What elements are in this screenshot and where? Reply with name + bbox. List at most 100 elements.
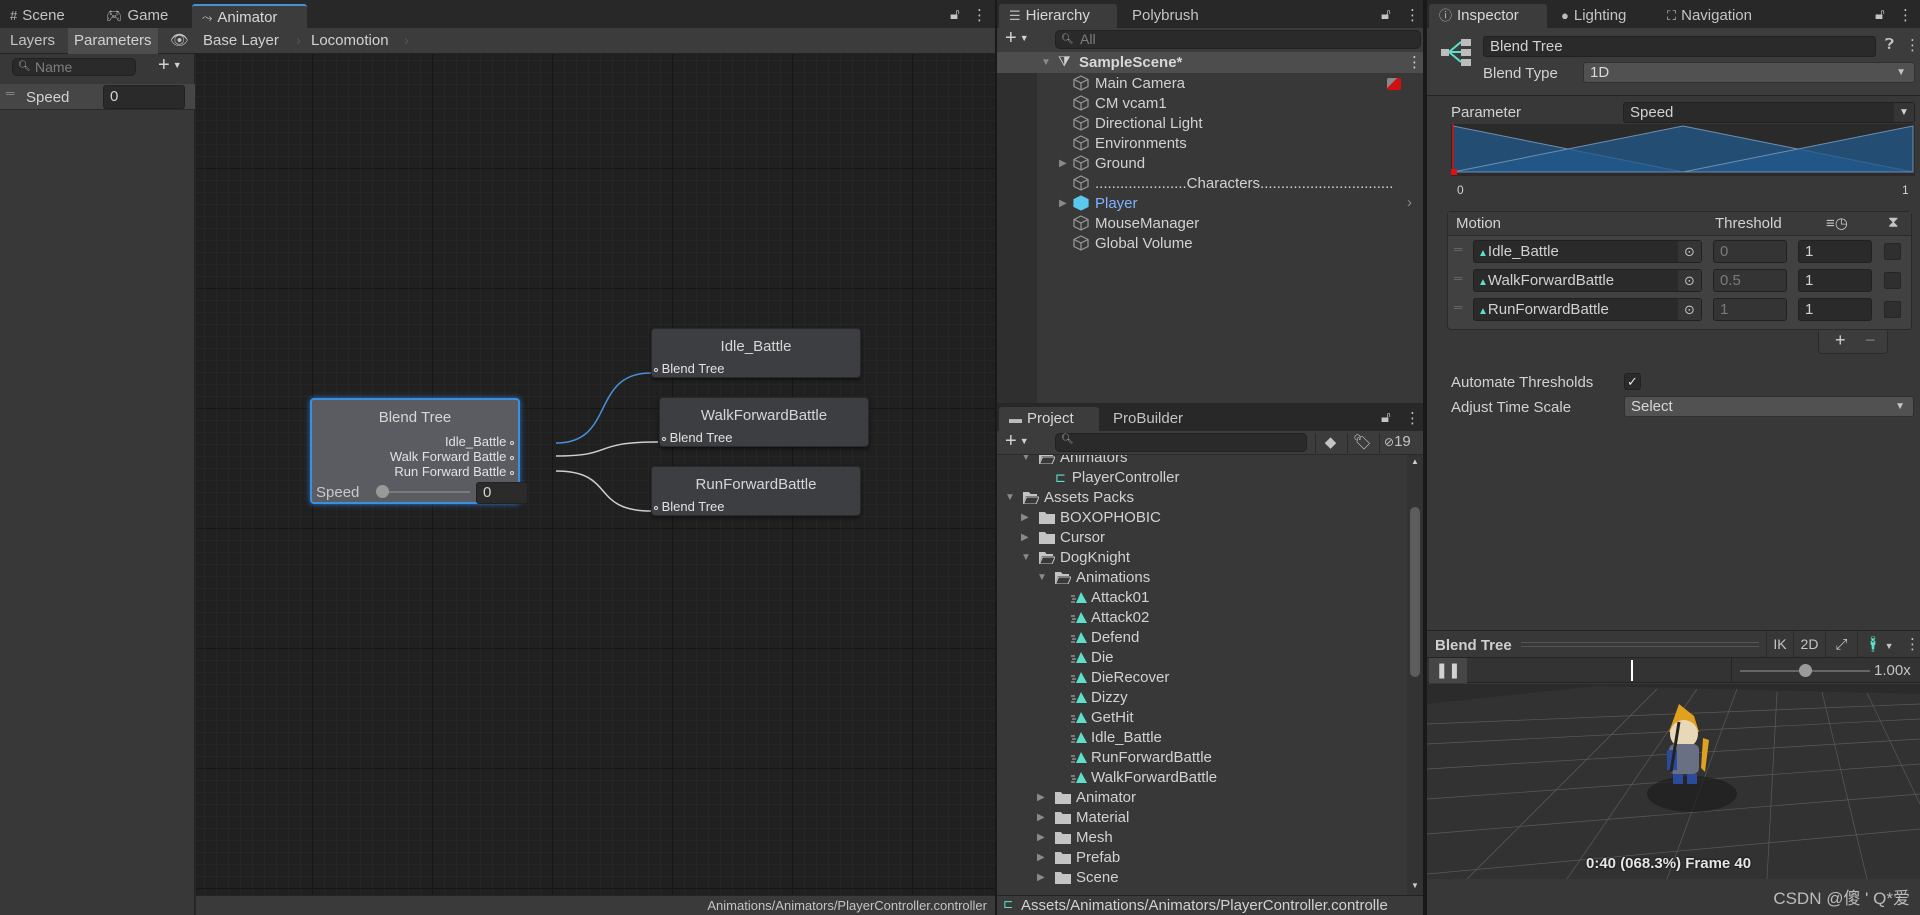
lock-icon[interactable]: 🔓︎: [1875, 6, 1885, 23]
time-scale-input[interactable]: 1: [1798, 240, 1872, 263]
tab-polybrush[interactable]: Polybrush: [1122, 4, 1209, 28]
speed-value-input[interactable]: 0: [476, 482, 528, 504]
port-icon[interactable]: [654, 505, 658, 510]
hierarchy-search-input[interactable]: 🔍︎ All: [1055, 30, 1421, 49]
tab-lighting[interactable]: ● Lighting: [1551, 4, 1636, 28]
motion-node-idle[interactable]: Idle_Battle Blend Tree: [651, 328, 861, 378]
parameter-value-input[interactable]: 0: [103, 85, 185, 109]
search-by-type-icon[interactable]: ◆: [1315, 433, 1345, 453]
breadcrumb-locomotion[interactable]: Locomotion: [311, 28, 389, 54]
mirror-checkbox[interactable]: [1884, 272, 1901, 289]
threshold-input[interactable]: 0: [1713, 240, 1787, 263]
hierarchy-item[interactable]: ......................Characters........…: [1037, 173, 1423, 193]
more-options-icon[interactable]: ⋮: [1405, 6, 1420, 24]
project-tree-item[interactable]: ▶ Mesh: [997, 827, 1407, 847]
mirror-checkbox[interactable]: [1884, 301, 1901, 318]
chevron-right-icon[interactable]: ›: [1407, 194, 1412, 211]
preview-drag-bar[interactable]: [1521, 642, 1759, 647]
project-tree-item[interactable]: Idle_Battle: [997, 727, 1407, 747]
collapse-arrow-icon[interactable]: ▶: [1021, 532, 1029, 543]
create-button[interactable]: + ▼: [1005, 430, 1029, 453]
scrollbar-thumb[interactable]: [1410, 507, 1420, 677]
project-tree-item[interactable]: Attack01: [997, 587, 1407, 607]
expand-arrow-icon[interactable]: ▼: [1005, 492, 1015, 503]
project-tree-item[interactable]: ▶ Prefab: [997, 847, 1407, 867]
hierarchy-item[interactable]: Global Volume: [1037, 233, 1423, 253]
parameters-tab[interactable]: Parameters: [68, 28, 158, 54]
timeline-scrubber[interactable]: [1467, 658, 1732, 683]
tab-scene[interactable]: # Scene: [0, 4, 75, 28]
hierarchy-item[interactable]: Main Camera: [1037, 73, 1423, 93]
more-options-icon[interactable]: ⋮: [972, 6, 987, 24]
pivot-icon[interactable]: ⤢: [1825, 631, 1857, 658]
lock-icon[interactable]: 🔓︎: [950, 6, 960, 23]
hierarchy-item[interactable]: Directional Light: [1037, 113, 1423, 133]
project-tree-item[interactable]: Dizzy: [997, 687, 1407, 707]
project-tree-item[interactable]: ▶ Material: [997, 807, 1407, 827]
hierarchy-item[interactable]: Environments: [1037, 133, 1423, 153]
speed-slider-track[interactable]: [382, 491, 470, 493]
project-tree-item[interactable]: WalkForwardBattle: [997, 767, 1407, 787]
threshold-input[interactable]: 0.5: [1713, 269, 1787, 292]
breadcrumb-base-layer[interactable]: Base Layer: [203, 28, 279, 54]
parameter-dropdown[interactable]: Speed ▼: [1623, 102, 1915, 123]
hierarchy-item[interactable]: MouseManager: [1037, 213, 1423, 233]
tab-navigation[interactable]: ⛶ Navigation: [1657, 4, 1762, 28]
tab-project[interactable]: ▬ Project: [999, 407, 1099, 431]
object-picker-icon[interactable]: ⊙: [1678, 299, 1701, 320]
blend-tree-node[interactable]: Blend Tree Idle_Battle Walk Forward Batt…: [310, 398, 528, 504]
preview-viewport[interactable]: 0:40 (068.3%) Frame 40: [1427, 684, 1920, 879]
tab-probuilder[interactable]: ProBuilder: [1103, 407, 1193, 431]
motion-node-run[interactable]: RunForwardBattle Blend Tree: [651, 466, 861, 516]
blend-graph[interactable]: [1451, 124, 1915, 176]
tab-animator[interactable]: ⤳ Animator: [192, 4, 307, 28]
project-scrollbar[interactable]: ▲ ▼: [1407, 455, 1423, 895]
scroll-down-icon[interactable]: ▼: [1411, 881, 1419, 890]
port-icon[interactable]: [654, 367, 658, 372]
create-button[interactable]: + ▼: [1005, 27, 1029, 50]
collapse-arrow-icon[interactable]: ▶: [1037, 812, 1045, 823]
time-scale-input[interactable]: 1: [1798, 269, 1872, 292]
drag-handle-icon[interactable]: ═: [6, 86, 15, 100]
project-tree-item[interactable]: ▼ DogKnight: [997, 547, 1407, 567]
project-tree-item[interactable]: ▶ Cursor: [997, 527, 1407, 547]
collapse-arrow-icon[interactable]: ▶: [1021, 512, 1029, 523]
project-tree-item[interactable]: Die: [997, 647, 1407, 667]
lock-icon[interactable]: 🔓︎: [1381, 6, 1391, 23]
help-icon[interactable]: ❓︎: [1885, 36, 1894, 53]
add-parameter-button[interactable]: + ▼: [158, 54, 182, 77]
avatar-preview-icon[interactable]: 🕴︎ ▼: [1857, 631, 1899, 658]
drag-handle-icon[interactable]: ═: [1454, 242, 1463, 256]
playback-speed-slider-thumb[interactable]: [1799, 664, 1812, 677]
adjust-time-scale-dropdown[interactable]: Select ▼: [1624, 396, 1914, 417]
more-options-icon[interactable]: ⋮: [1407, 53, 1422, 71]
collapse-arrow-icon[interactable]: ▶: [1037, 832, 1045, 843]
hierarchy-item[interactable]: ▶ Player ›: [1037, 193, 1423, 213]
drag-handle-icon[interactable]: ═: [1454, 271, 1463, 285]
remove-motion-button[interactable]: −: [1865, 330, 1876, 351]
tab-hierarchy[interactable]: ☰ Hierarchy: [999, 4, 1117, 28]
blend-type-dropdown[interactable]: 1D ▼: [1583, 62, 1915, 83]
search-by-label-icon[interactable]: 🏷︎: [1347, 433, 1377, 453]
motion-field[interactable]: ▲WalkForwardBattle ⊙: [1473, 269, 1702, 292]
project-tree-item[interactable]: Defend: [997, 627, 1407, 647]
port-icon[interactable]: [510, 440, 514, 445]
time-scale-input[interactable]: 1: [1798, 298, 1872, 321]
parameter-search-input[interactable]: 🔍︎ Name: [12, 58, 136, 76]
port-icon[interactable]: [510, 470, 514, 475]
object-picker-icon[interactable]: ⊙: [1678, 241, 1701, 262]
project-tree-item[interactable]: Attack02: [997, 607, 1407, 627]
animator-graph[interactable]: Blend Tree Idle_Battle Walk Forward Batt…: [196, 54, 995, 895]
expand-arrow-icon[interactable]: ▼: [1037, 572, 1047, 583]
eye-icon[interactable]: 👁︎: [170, 31, 189, 49]
more-options-icon[interactable]: ⋮: [1405, 409, 1420, 427]
ik-button[interactable]: IK: [1766, 631, 1793, 658]
speed-slider-thumb[interactable]: [376, 485, 389, 498]
automate-thresholds-checkbox[interactable]: ✓: [1624, 373, 1641, 390]
pause-button[interactable]: ❚❚: [1429, 658, 1467, 683]
lock-icon[interactable]: 🔓︎: [1381, 409, 1391, 426]
project-tree-item[interactable]: DieRecover: [997, 667, 1407, 687]
project-tree-item[interactable]: ▼ Assets Packs: [997, 487, 1407, 507]
project-tree-item[interactable]: ▼ Animators: [997, 455, 1407, 467]
port-icon[interactable]: [662, 436, 666, 441]
